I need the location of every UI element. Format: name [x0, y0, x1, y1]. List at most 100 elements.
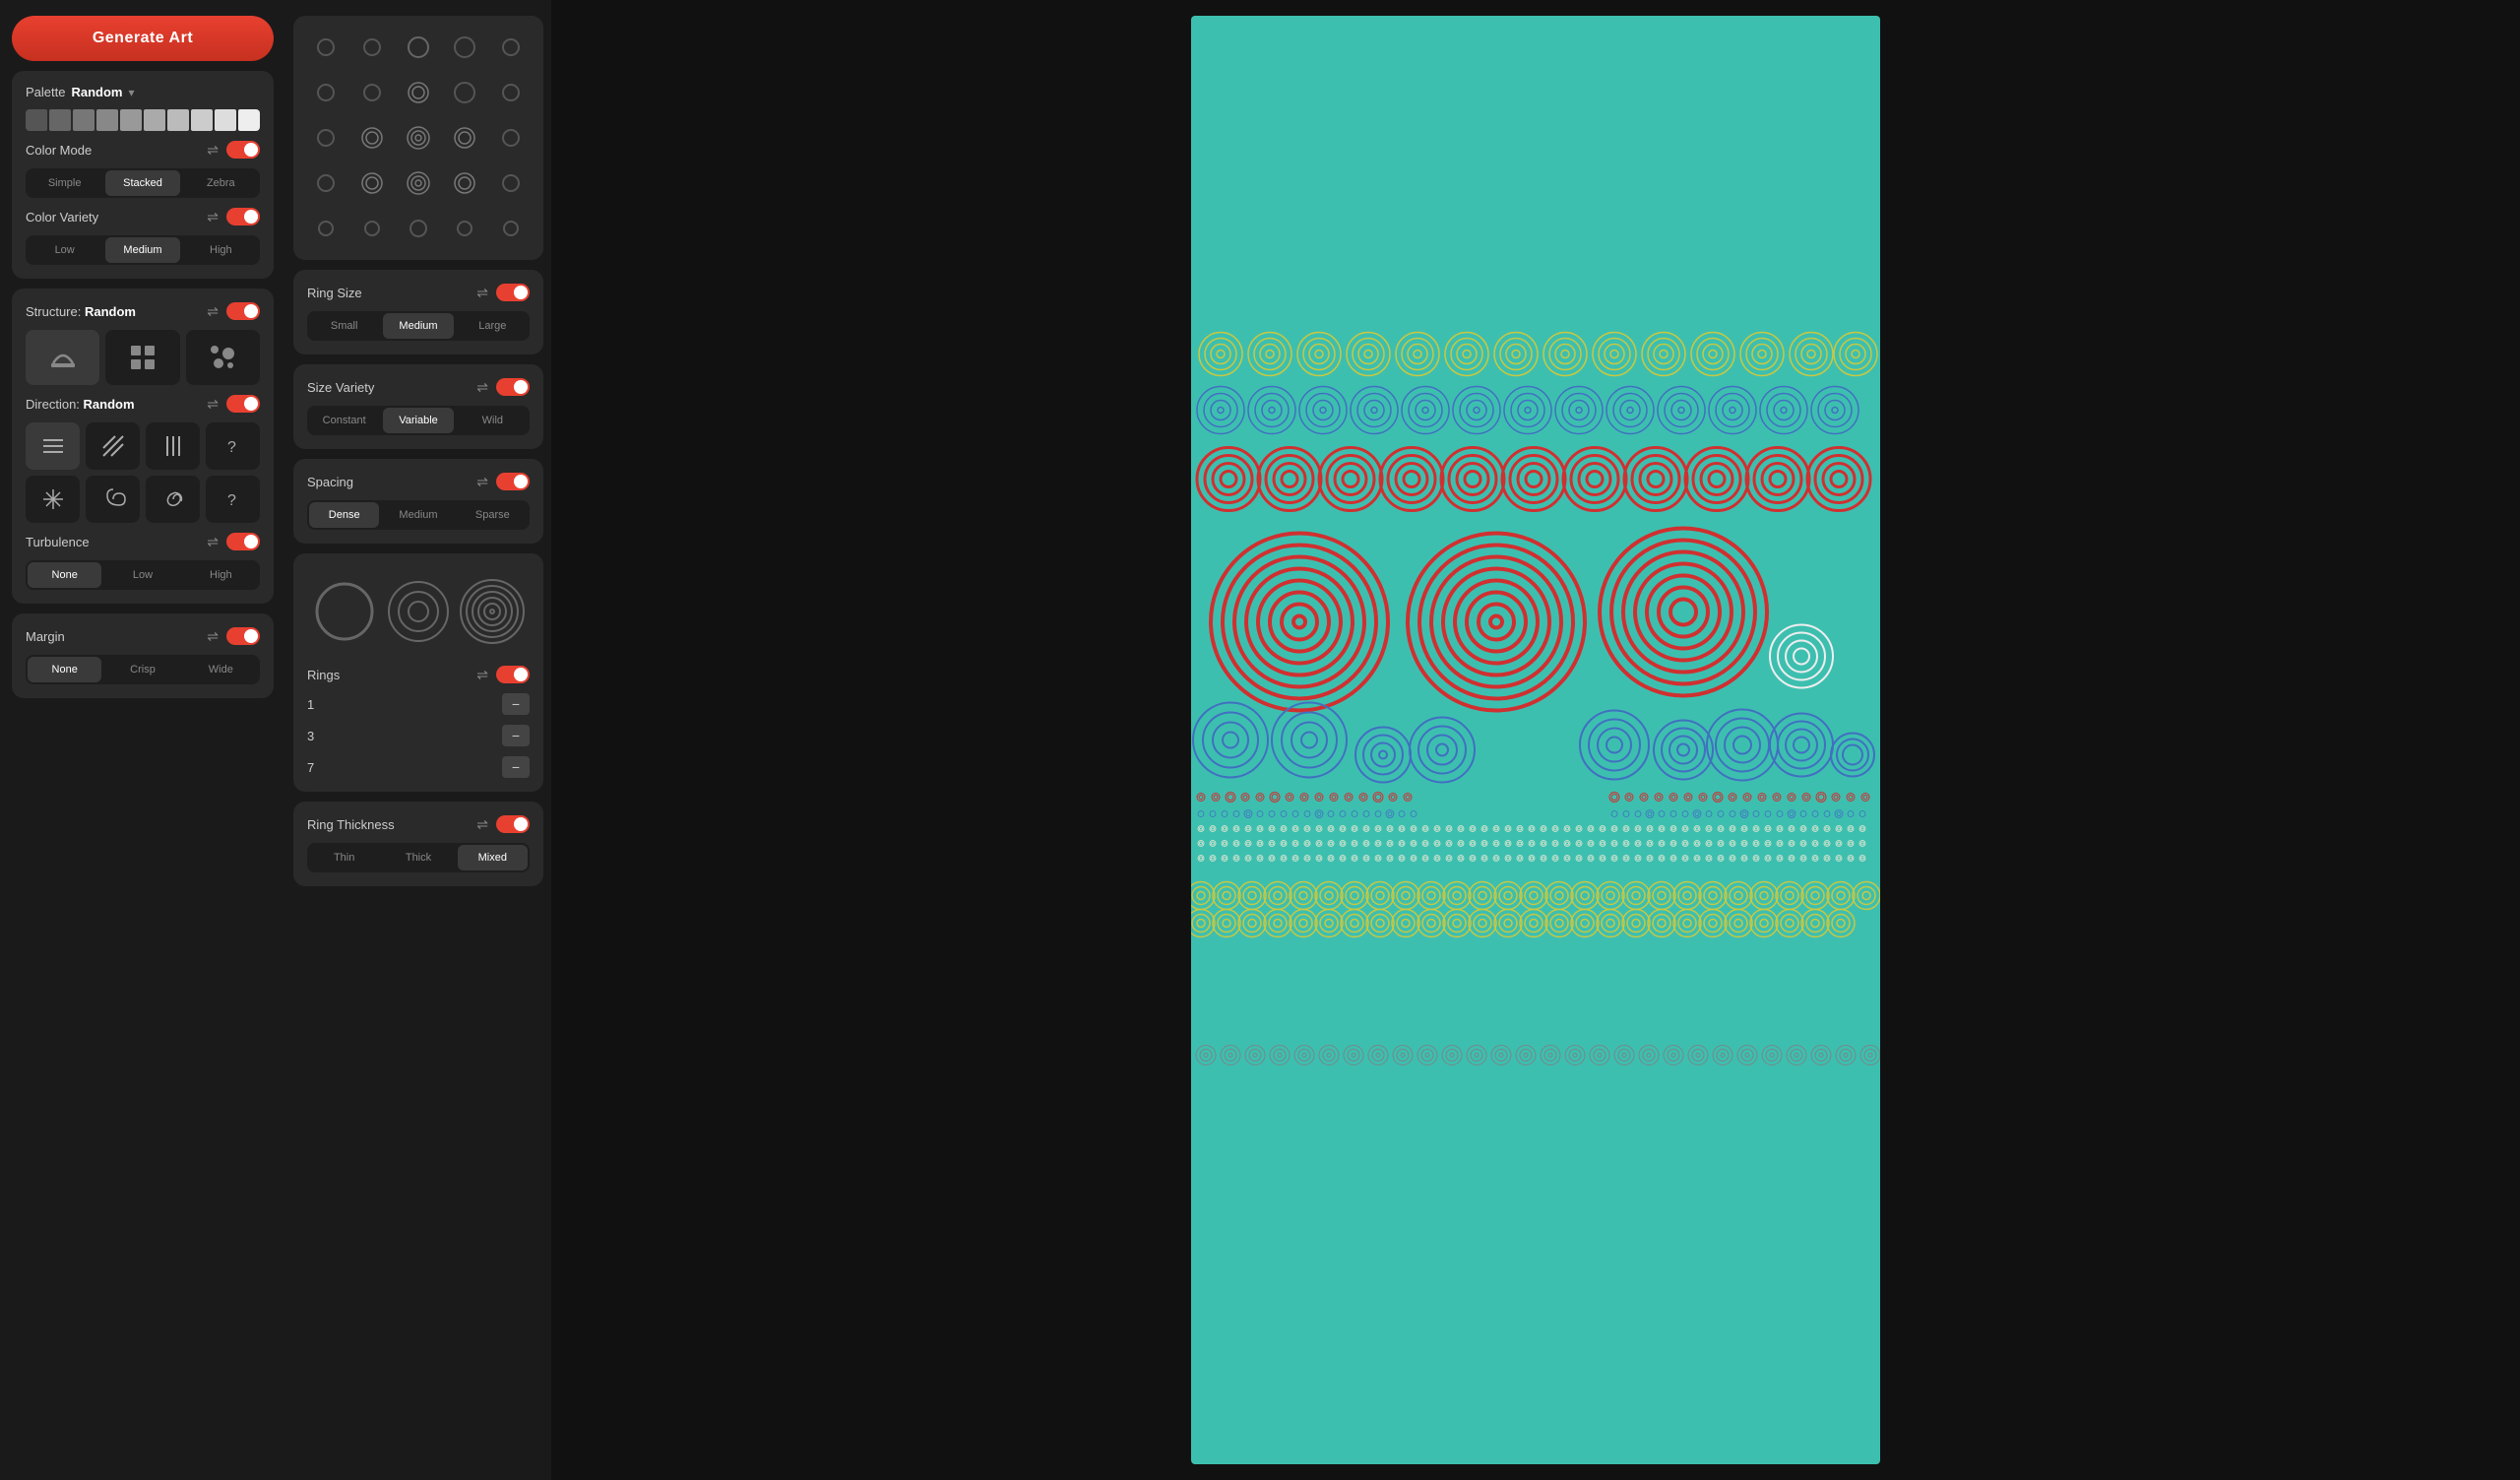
ring-cell[interactable] [351, 163, 392, 203]
ring-option[interactable] [317, 129, 335, 147]
ring-option[interactable] [502, 174, 520, 192]
turbulence-none[interactable]: None [28, 562, 101, 588]
margin-none[interactable]: None [28, 657, 101, 682]
ring-cell[interactable] [305, 163, 346, 203]
ring-cell[interactable] [445, 209, 485, 248]
shuffle-icon[interactable]: ⇌ [207, 142, 219, 159]
ring-cell[interactable] [491, 73, 532, 112]
ring-option[interactable] [457, 221, 472, 236]
ring-cell[interactable] [398, 209, 438, 248]
ring-cell[interactable] [398, 28, 438, 67]
shuffle-icon[interactable]: ⇌ [476, 285, 488, 301]
color-mode-zebra[interactable]: Zebra [184, 170, 258, 196]
ring-minus-1[interactable]: − [502, 693, 530, 715]
color-variety-high[interactable]: High [184, 237, 258, 263]
ring-cell[interactable] [445, 118, 485, 158]
ring-cell[interactable] [491, 118, 532, 158]
shuffle-icon[interactable]: ⇌ [207, 209, 219, 225]
direction-vertical-icon[interactable] [146, 422, 200, 470]
shuffle-icon[interactable]: ⇌ [476, 816, 488, 833]
direction-question-icon[interactable]: ? [206, 422, 260, 470]
turbulence-high[interactable]: High [184, 562, 258, 588]
shuffle-icon[interactable]: ⇌ [476, 379, 488, 396]
color-mode-stacked[interactable]: Stacked [105, 170, 179, 196]
turbulence-low[interactable]: Low [105, 562, 179, 588]
structure-scatter-icon[interactable] [186, 330, 260, 385]
direction-horizontal-icon[interactable] [26, 422, 80, 470]
size-variety-variable[interactable]: Variable [383, 408, 453, 433]
ring-option[interactable] [317, 174, 335, 192]
shuffle-icon[interactable]: ⇌ [207, 534, 219, 550]
direction-toggle[interactable] [226, 395, 260, 413]
ring-option[interactable] [410, 220, 427, 237]
color-variety-low[interactable]: Low [28, 237, 101, 263]
ring-cell[interactable] [398, 73, 438, 112]
structure-grid-icon[interactable] [105, 330, 179, 385]
ring-cell[interactable] [398, 163, 438, 203]
ring-option[interactable] [454, 82, 475, 103]
spacing-sparse[interactable]: Sparse [458, 502, 528, 528]
spacing-medium[interactable]: Medium [383, 502, 453, 528]
margin-toggle[interactable] [226, 627, 260, 645]
ring-option[interactable] [502, 129, 520, 147]
margin-wide[interactable]: Wide [184, 657, 258, 682]
ring-thickness-thin[interactable]: Thin [309, 845, 379, 870]
ring-cell[interactable] [351, 118, 392, 158]
ring-option[interactable] [364, 221, 380, 236]
ring-cell[interactable] [305, 28, 346, 67]
direction-radial-icon[interactable] [26, 476, 80, 523]
direction-swirl-icon[interactable] [146, 476, 200, 523]
structure-toggle[interactable] [226, 302, 260, 320]
shuffle-icon[interactable]: ⇌ [207, 628, 219, 645]
ring-cell[interactable] [305, 73, 346, 112]
shuffle-icon[interactable]: ⇌ [476, 667, 488, 683]
ring-option[interactable] [318, 221, 334, 236]
ring-option[interactable] [363, 84, 381, 101]
size-variety-constant[interactable]: Constant [309, 408, 379, 433]
ring-cell[interactable] [445, 163, 485, 203]
spacing-toggle[interactable] [496, 473, 530, 490]
ring-cell[interactable] [351, 28, 392, 67]
rings-toggle[interactable] [496, 666, 530, 683]
ring-cell[interactable] [398, 118, 438, 158]
ring-minus-2[interactable]: − [502, 725, 530, 746]
ring-size-large[interactable]: Large [458, 313, 528, 339]
shuffle-icon[interactable]: ⇌ [207, 303, 219, 320]
ring-cell[interactable] [445, 28, 485, 67]
color-variety-toggle[interactable] [226, 208, 260, 225]
color-mode-toggle[interactable] [226, 141, 260, 159]
ring-size-medium[interactable]: Medium [383, 313, 453, 339]
ring-thickness-thick[interactable]: Thick [383, 845, 453, 870]
ring-minus-3[interactable]: − [502, 756, 530, 778]
ring-thickness-toggle[interactable] [496, 815, 530, 833]
ring-thickness-mixed[interactable]: Mixed [458, 845, 528, 870]
ring-option[interactable] [317, 38, 335, 56]
ring-cell[interactable] [491, 28, 532, 67]
spacing-dense[interactable]: Dense [309, 502, 379, 528]
ring-cell[interactable] [491, 163, 532, 203]
ring-cell[interactable] [491, 209, 532, 248]
ring-size-small[interactable]: Small [309, 313, 379, 339]
ring-option[interactable] [454, 36, 475, 58]
ring-option[interactable] [502, 38, 520, 56]
direction-diagonal-icon[interactable] [86, 422, 140, 470]
structure-arch-icon[interactable] [26, 330, 99, 385]
ring-cell[interactable] [351, 209, 392, 248]
ring-cell[interactable] [305, 209, 346, 248]
ring-option[interactable] [317, 84, 335, 101]
ring-cell[interactable] [351, 73, 392, 112]
margin-crisp[interactable]: Crisp [105, 657, 179, 682]
shuffle-icon[interactable]: ⇌ [207, 396, 219, 413]
size-variety-wild[interactable]: Wild [458, 408, 528, 433]
direction-question2-icon[interactable]: ? [206, 476, 260, 523]
ring-option[interactable] [363, 38, 381, 56]
ring-option[interactable] [408, 36, 429, 58]
shuffle-icon[interactable]: ⇌ [476, 474, 488, 490]
ring-option[interactable] [502, 84, 520, 101]
color-mode-simple[interactable]: Simple [28, 170, 101, 196]
size-variety-toggle[interactable] [496, 378, 530, 396]
turbulence-toggle[interactable] [226, 533, 260, 550]
direction-spiral-icon[interactable] [86, 476, 140, 523]
ring-cell[interactable] [445, 73, 485, 112]
generate-art-button[interactable]: Generate Art [12, 16, 274, 61]
